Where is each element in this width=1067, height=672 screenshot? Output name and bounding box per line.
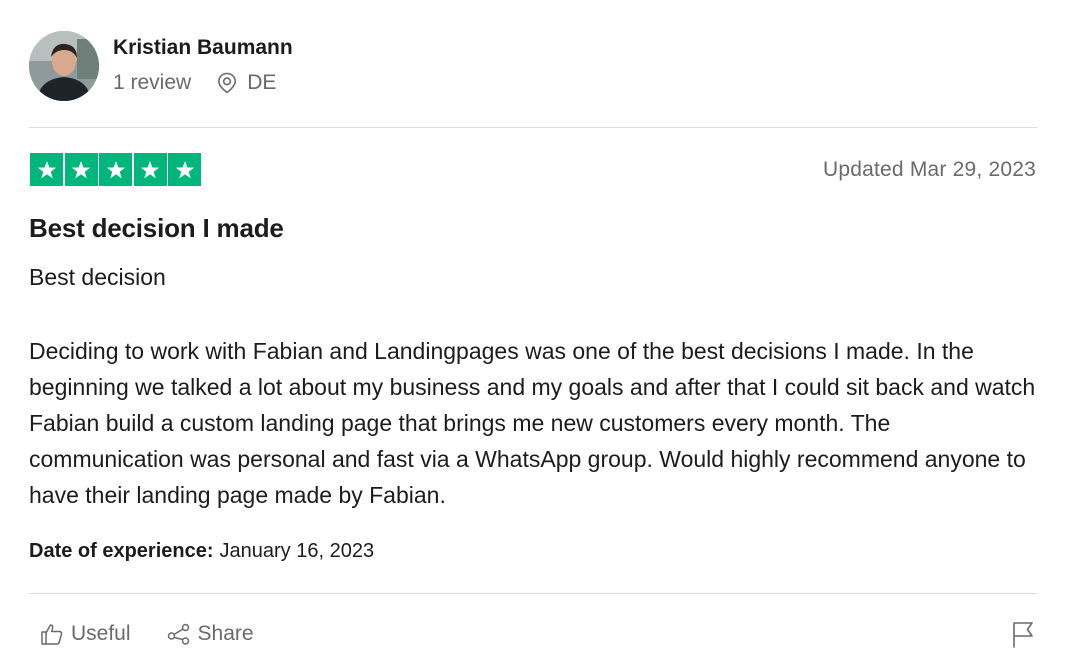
share-icon <box>167 623 189 645</box>
review-body: Deciding to work with Fabian and Landing… <box>29 338 1036 508</box>
experience-date: January 16, 2023 <box>219 540 375 562</box>
reviewer-meta: 1 review DE <box>113 71 276 95</box>
share-button[interactable]: Share <box>167 622 254 646</box>
useful-button[interactable]: Useful <box>40 622 131 646</box>
review-title[interactable]: Best decision I made <box>29 213 284 244</box>
report-button[interactable] <box>1011 620 1035 653</box>
useful-label: Useful <box>71 622 131 645</box>
star-icon <box>133 153 167 186</box>
share-label: Share <box>197 622 254 645</box>
divider <box>29 127 1037 128</box>
star-icon <box>64 153 98 186</box>
review-actions: Useful Share <box>40 622 254 646</box>
reviewer-name[interactable]: Kristian Baumann <box>113 36 293 60</box>
star-rating <box>30 153 203 186</box>
star-icon <box>99 153 132 186</box>
reviewer-location: DE <box>217 71 276 95</box>
location-pin-icon <box>218 72 237 94</box>
review-subtitle: Best decision <box>29 264 166 290</box>
thumbs-up-icon <box>41 624 63 645</box>
review-count: 1 review <box>113 71 192 94</box>
star-icon <box>30 153 63 186</box>
experience-label: Date of experience: <box>29 540 214 562</box>
country-code: DE <box>247 71 277 94</box>
avatar[interactable] <box>29 31 99 101</box>
review-card: Kristian Baumann 1 review DE Updated Mar… <box>0 0 1067 672</box>
star-icon <box>168 153 201 186</box>
divider <box>29 593 1037 594</box>
date-of-experience: Date of experience: January 16, 2023 <box>29 540 374 563</box>
updated-date: Updated Mar 29, 2023 <box>823 158 1036 181</box>
flag-icon <box>1013 622 1033 648</box>
